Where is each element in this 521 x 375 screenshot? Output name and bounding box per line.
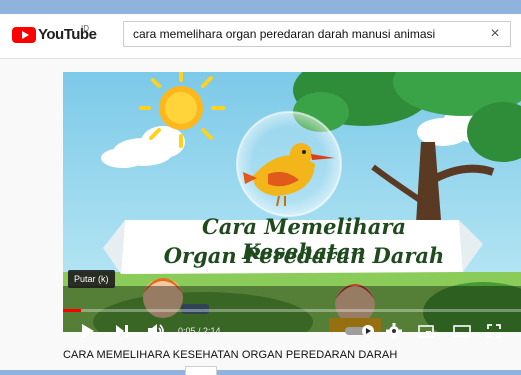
volume-button[interactable] xyxy=(145,320,167,342)
autoplay-toggle[interactable] xyxy=(341,320,377,342)
theater-icon xyxy=(453,325,471,337)
settings-button[interactable] xyxy=(383,320,405,342)
miniplayer-icon xyxy=(418,324,434,338)
youtube-header: YouTube ID × xyxy=(0,14,521,59)
overlay-title-line2: Organ Peredaran Darah xyxy=(163,243,445,268)
volume-icon xyxy=(148,324,164,338)
fullscreen-button[interactable] xyxy=(483,320,505,342)
youtube-play-icon xyxy=(12,26,36,43)
play-icon xyxy=(82,324,94,338)
fullscreen-icon xyxy=(487,324,501,338)
next-button[interactable] xyxy=(111,320,133,342)
search-box[interactable]: × xyxy=(123,21,511,47)
miniplayer-button[interactable] xyxy=(415,320,437,342)
video-player[interactable] xyxy=(63,72,521,332)
play-tooltip: Putar (k) xyxy=(68,270,115,288)
browser-viewport: YouTube ID × xyxy=(0,14,521,375)
play-button[interactable] xyxy=(77,320,99,342)
player-controls: 0:05 / 2:14 xyxy=(63,316,521,346)
clear-search-icon[interactable]: × xyxy=(486,24,504,44)
country-code: ID xyxy=(81,24,89,33)
progress-bar[interactable] xyxy=(63,309,521,312)
video-thumbnail-scene xyxy=(63,72,521,332)
gear-icon xyxy=(386,323,402,339)
time-display: 0:05 / 2:14 xyxy=(178,326,221,336)
progress-fill xyxy=(63,309,82,312)
autoplay-toggle-icon xyxy=(345,325,374,337)
search-input[interactable] xyxy=(133,26,478,42)
next-icon xyxy=(116,325,128,337)
theater-mode-button[interactable] xyxy=(451,320,473,342)
subscribe-box[interactable] xyxy=(185,366,217,375)
video-title: CARA MEMELIHARA KESEHATAN ORGAN PEREDARA… xyxy=(63,349,398,361)
